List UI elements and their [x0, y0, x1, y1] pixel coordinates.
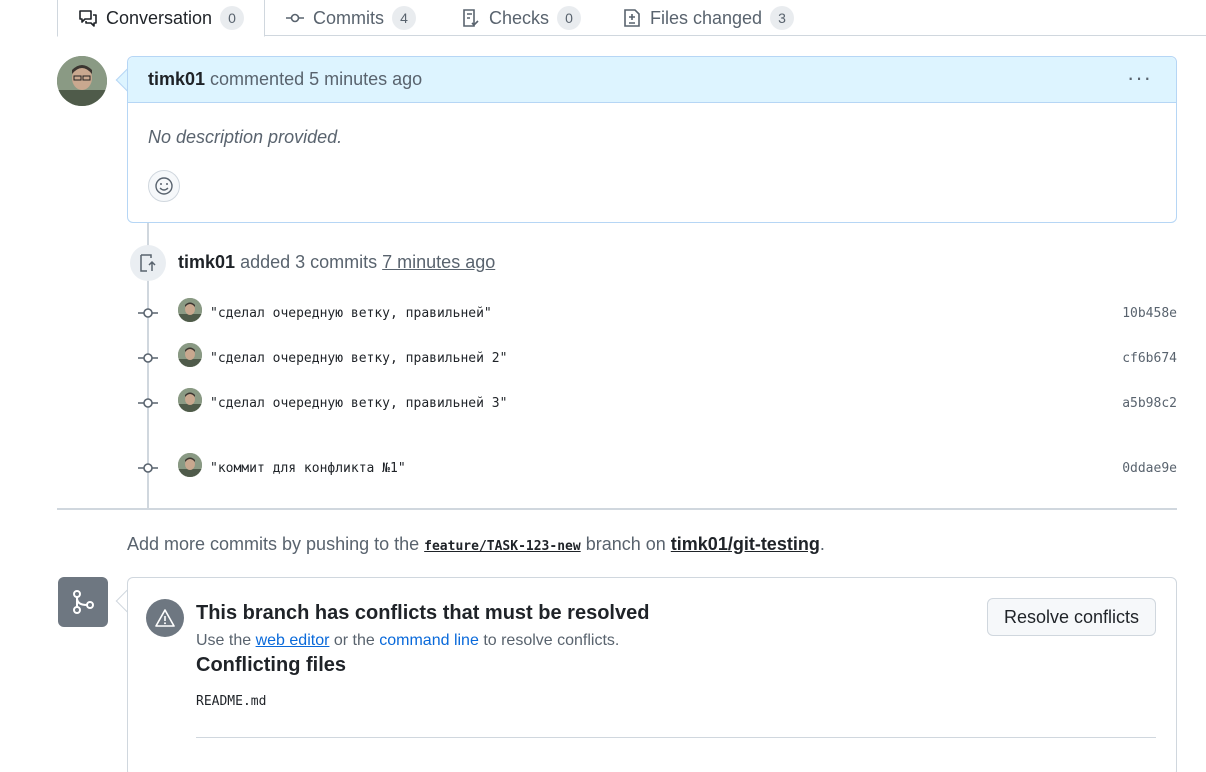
git-merge-icon [58, 577, 108, 627]
pr-description-comment: timk01 commented 5 minutes ago ··· No de… [127, 56, 1177, 223]
hint-prefix: Add more commits by pushing to the [127, 534, 420, 554]
push-event: timk01 added 3 commits 7 minutes ago [178, 252, 495, 273]
tab-label: Commits [313, 7, 384, 28]
commit-author-avatar[interactable] [178, 298, 202, 322]
web-editor-link[interactable]: web editor [256, 632, 330, 649]
commit-sha[interactable]: a5b98c2 [1122, 396, 1177, 411]
sub-middle: or the [333, 632, 375, 649]
merge-box-divider [196, 737, 1156, 738]
git-commit-icon [138, 398, 158, 408]
conflicting-files-title: Conflicting files [196, 654, 346, 676]
commit-sha[interactable]: 0ddae9e [1122, 461, 1177, 476]
resolve-conflicts-button[interactable]: Resolve conflicts [987, 598, 1156, 636]
push-hint: Add more commits by pushing to the featu… [127, 534, 825, 555]
comment-author[interactable]: timk01 [148, 69, 205, 90]
conflicts-title: This branch has conflicts that must be r… [196, 602, 650, 624]
hint-middle: branch on [585, 534, 666, 554]
timeline-divider [57, 508, 1177, 510]
commit-sha[interactable]: cf6b674 [1122, 351, 1177, 366]
sub-suffix: to resolve conflicts. [483, 632, 620, 649]
commit-message[interactable]: "сделал очередную ветку, правильней" [210, 306, 492, 321]
tab-checks[interactable]: Checks 0 [461, 0, 582, 36]
sub-prefix: Use the [196, 632, 252, 649]
alert-icon [146, 599, 184, 637]
repo-push-icon [130, 245, 166, 281]
comment-body: No description provided. [148, 127, 343, 147]
git-commit-icon [286, 13, 304, 23]
avatar-image [57, 56, 107, 106]
git-commit-icon [138, 353, 158, 363]
kebab-menu-icon[interactable]: ··· [1127, 67, 1152, 89]
git-commit-icon [138, 308, 158, 318]
tab-commits[interactable]: Commits 4 [285, 0, 416, 36]
repo-link[interactable]: timk01/git-testing [671, 534, 820, 554]
tab-count: 0 [557, 6, 582, 30]
add-reaction-button[interactable] [148, 170, 180, 202]
commit-author-avatar[interactable] [178, 343, 202, 367]
comment-discussion-icon [79, 10, 97, 27]
commit-row: "сделал очередную ветку, правильней" 10b… [0, 298, 1206, 328]
conflicts-subtitle: Use the web editor or the command line t… [196, 632, 619, 650]
commit-row: "сделал очередную ветку, правильней 3" a… [0, 388, 1206, 418]
commit-message[interactable]: "коммит для конфликта №1" [210, 461, 406, 476]
git-commit-icon [138, 463, 158, 473]
author-avatar[interactable] [57, 56, 107, 106]
push-time[interactable]: 7 minutes ago [382, 252, 495, 272]
tab-count: 4 [392, 6, 416, 30]
smiley-icon [155, 177, 173, 195]
commit-row: "сделал очередную ветку, правильней 2" c… [0, 343, 1206, 373]
tab-files-changed[interactable]: Files changed 3 [622, 0, 795, 36]
branch-name[interactable]: feature/TASK-123-new [424, 539, 581, 554]
commit-author-avatar[interactable] [178, 453, 202, 477]
command-line-link[interactable]: command line [379, 632, 479, 649]
tab-label: Checks [489, 7, 550, 28]
checklist-icon [463, 9, 479, 27]
commit-sha[interactable]: 10b458e [1122, 306, 1177, 321]
comment-header: timk01 commented 5 minutes ago ··· [128, 57, 1176, 103]
merge-conflicts-box: This branch has conflicts that must be r… [127, 577, 1177, 772]
comment-timestamp[interactable]: commented 5 minutes ago [210, 69, 422, 90]
tab-label: Conversation [106, 7, 213, 28]
commit-author-avatar[interactable] [178, 388, 202, 412]
conflicting-file: README.md [196, 694, 267, 709]
tab-label: Files changed [650, 7, 763, 28]
tab-count: 3 [770, 6, 795, 30]
tab-count: 0 [220, 6, 245, 30]
tab-conversation[interactable]: Conversation 0 [57, 0, 266, 37]
commit-row: "коммит для конфликта №1" 0ddae9e [0, 453, 1206, 483]
push-text: added 3 commits [240, 252, 378, 272]
push-author[interactable]: timk01 [178, 252, 235, 272]
commit-message[interactable]: "сделал очередную ветку, правильней 2" [210, 351, 507, 366]
hint-suffix: . [819, 534, 825, 554]
commit-message[interactable]: "сделал очередную ветку, правильней 3" [210, 396, 507, 411]
pr-tab-bar: Conversation 0 Commits 4 Checks 0 Files … [57, 0, 1206, 37]
file-diff-icon [624, 9, 640, 27]
